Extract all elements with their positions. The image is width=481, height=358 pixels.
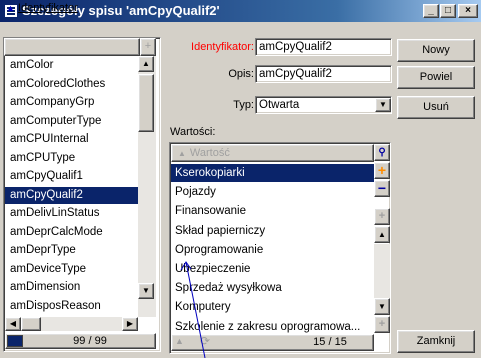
value-item[interactable]: Finansowanie bbox=[171, 202, 374, 220]
add-value-icon[interactable]: + bbox=[374, 162, 390, 179]
add-row-icon[interactable]: + bbox=[374, 208, 390, 225]
description-field[interactable]: amCpyQualif2 bbox=[255, 65, 392, 83]
list-item[interactable]: amCompanyGrp bbox=[5, 94, 139, 111]
list-item[interactable]: amCpyQualif2 bbox=[5, 186, 139, 204]
scroll-up-icon[interactable]: ▲ bbox=[138, 56, 154, 72]
maximize-button[interactable]: □ bbox=[440, 4, 456, 18]
value-item[interactable]: Sprzedaż wysyłkowa bbox=[171, 279, 374, 297]
nav-prev-icon[interactable]: ▲ bbox=[175, 336, 184, 346]
list-item[interactable]: amDeviceType bbox=[5, 261, 139, 278]
delete-button[interactable]: Usuń bbox=[397, 96, 475, 119]
minimize-button[interactable]: _ bbox=[423, 4, 439, 18]
list-item[interactable]: amCpyQualif1 bbox=[5, 168, 139, 185]
chevron-down-icon[interactable]: ▼ bbox=[375, 98, 391, 112]
values-label: Wartości: bbox=[170, 126, 216, 138]
value-item[interactable]: Kserokopiarki bbox=[171, 164, 374, 182]
duplicate-button[interactable]: Powiel bbox=[397, 66, 475, 89]
type-select[interactable]: Otwarta bbox=[255, 96, 392, 114]
list-item[interactable]: amDelivLinStatus bbox=[5, 205, 139, 222]
close-window-button[interactable]: × bbox=[458, 4, 478, 18]
value-item[interactable]: Szkolenie z zakresu oprogramowa... bbox=[171, 318, 374, 336]
list-item[interactable]: amDimension bbox=[5, 279, 139, 296]
scroll-right-icon[interactable]: ▶ bbox=[122, 317, 138, 331]
list-item[interactable]: amComputerType bbox=[5, 113, 139, 130]
identifier-column-header[interactable] bbox=[4, 38, 140, 56]
remove-value-icon[interactable]: − bbox=[374, 180, 390, 197]
new-button-label: Nowy bbox=[422, 44, 450, 56]
identifier-horizontal-scrollbar[interactable]: ◀ ▶ bbox=[5, 317, 138, 331]
identifier-count: 99 / 99 bbox=[73, 335, 107, 347]
close-button-label: Zamknij bbox=[416, 335, 456, 347]
description-label: Opis: bbox=[228, 68, 254, 80]
refresh-icon[interactable]: ⟳ bbox=[200, 334, 210, 348]
identifier-field[interactable]: amCpyQualif2 bbox=[255, 38, 392, 56]
minimize-icon: _ bbox=[428, 5, 434, 16]
close-icon: × bbox=[465, 5, 471, 16]
maximize-icon: □ bbox=[444, 5, 452, 16]
close-button[interactable]: Zamknij bbox=[397, 330, 475, 353]
delete-button-label: Usuń bbox=[423, 101, 449, 113]
add-row-bottom-icon[interactable]: + bbox=[374, 316, 390, 333]
add-column-icon[interactable]: + bbox=[140, 38, 156, 56]
scroll-left-icon[interactable]: ◀ bbox=[5, 317, 21, 331]
value-item[interactable]: Skład papierniczy bbox=[171, 222, 374, 240]
identifier-label: Identyfikator: bbox=[191, 41, 254, 53]
identifier-header-label: Identyfikator bbox=[17, 2, 78, 14]
value-item[interactable]: Komputery bbox=[171, 298, 374, 316]
value-item[interactable]: Oprogramowanie bbox=[171, 241, 374, 259]
value-item[interactable]: Ubezpieczenie bbox=[171, 260, 374, 278]
duplicate-button-label: Powiel bbox=[419, 71, 453, 83]
search-icon[interactable]: ⚲ bbox=[374, 144, 390, 161]
new-button[interactable]: Nowy bbox=[397, 39, 475, 62]
identifier-vertical-scrollbar[interactable]: ▲ ▼ bbox=[138, 56, 156, 317]
values-scroll-track[interactable] bbox=[374, 244, 390, 298]
value-item[interactable]: Pojazdy bbox=[171, 183, 374, 201]
sort-ascending-icon: ▲ bbox=[6, 3, 15, 13]
view-options-icon[interactable] bbox=[7, 335, 23, 347]
list-item[interactable]: amCPUType bbox=[5, 150, 139, 167]
list-item[interactable]: amDeprCalcMode bbox=[5, 224, 139, 241]
values-count: 15 / 15 bbox=[313, 336, 347, 348]
list-item[interactable]: amDeprType bbox=[5, 242, 139, 259]
scroll-thumb[interactable] bbox=[138, 74, 154, 132]
value-column-header[interactable]: ▲ Wartość bbox=[171, 144, 374, 162]
list-item[interactable]: amColoredClothes bbox=[5, 76, 139, 93]
scroll-down-icon[interactable]: ▼ bbox=[374, 298, 390, 315]
list-item[interactable]: amCPUInternal bbox=[5, 131, 139, 148]
value-header-label: Wartość bbox=[189, 147, 230, 159]
hscroll-thumb[interactable] bbox=[21, 317, 41, 331]
scroll-up-icon[interactable]: ▲ bbox=[374, 226, 390, 243]
list-item[interactable]: amDisposReason bbox=[5, 298, 139, 315]
scroll-down-icon[interactable]: ▼ bbox=[138, 283, 154, 299]
sort-icon: ▲ bbox=[178, 149, 186, 158]
type-label: Typ: bbox=[233, 99, 254, 111]
list-item[interactable]: amColor bbox=[5, 57, 139, 74]
identifier-header-label-wrap: ▲ Identyfikator bbox=[6, 2, 78, 14]
